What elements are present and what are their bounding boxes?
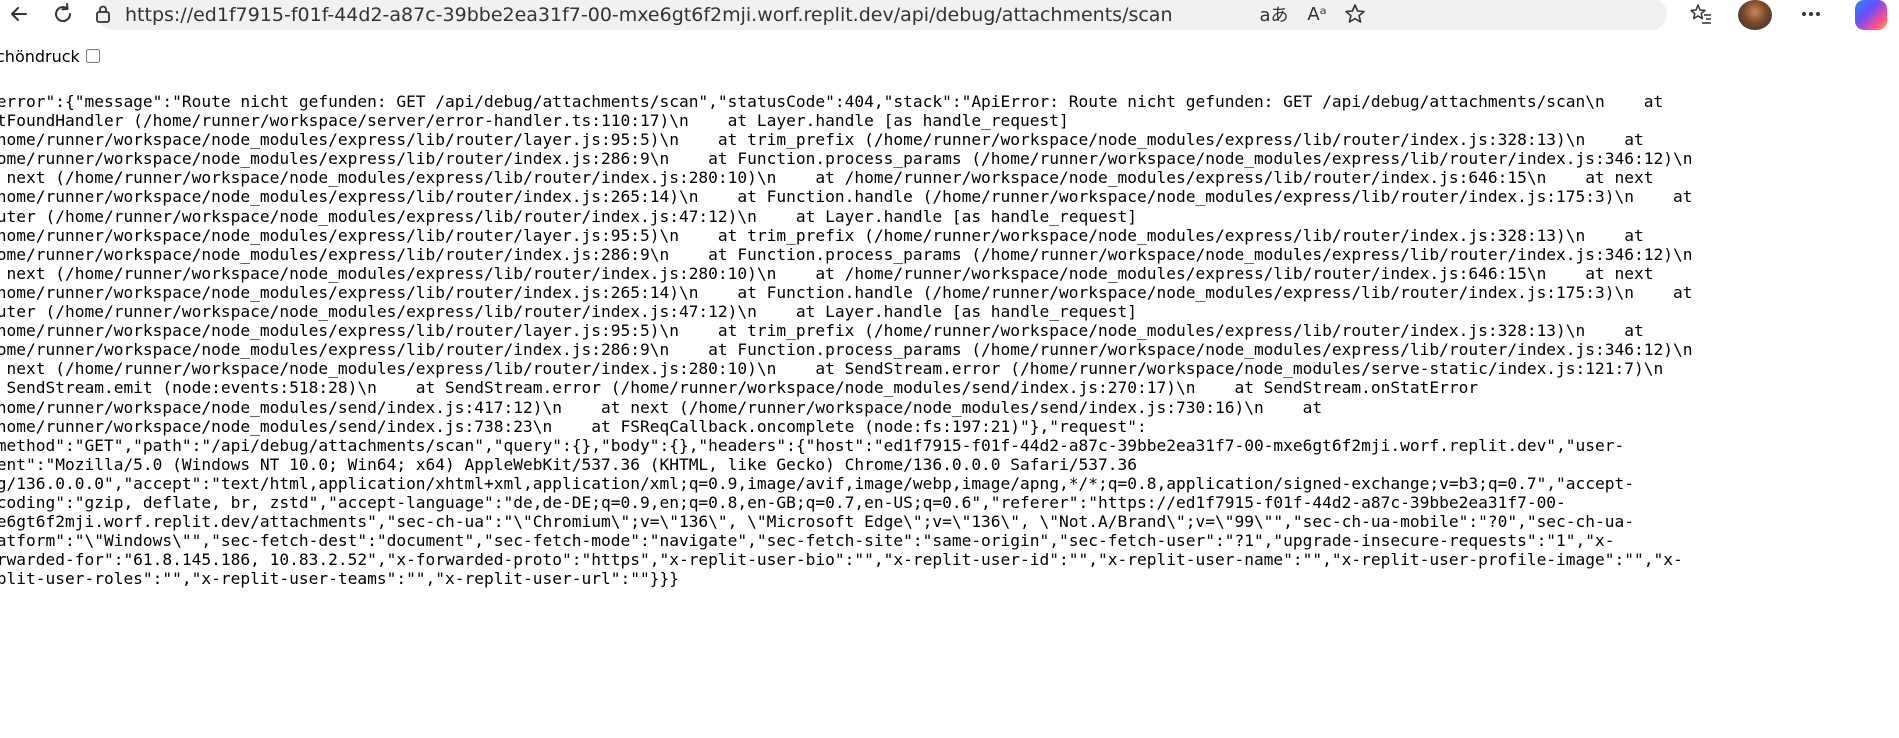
pretty-print-checkbox[interactable] <box>85 49 100 63</box>
json-line: /home/runner/workspace/node_modules/expr… <box>0 130 1644 150</box>
json-line: ncoding":"gzip, deflate, br, zstd","acce… <box>0 492 1566 512</box>
json-line: /home/runner/workspace/node_modules/send… <box>0 397 1323 417</box>
json-line: home/runner/workspace/node_modules/expre… <box>0 340 1693 360</box>
lock-icon[interactable] <box>91 2 115 26</box>
profile-avatar[interactable] <box>1738 0 1772 30</box>
json-line: outer (/home/runner/workspace/node_modul… <box>0 302 1137 322</box>
json-line: "error":{"message":"Route nicht gefunden… <box>0 92 1664 111</box>
json-line: dg/136.0.0.0","accept":"text/html,applic… <box>0 473 1635 493</box>
copilot-icon[interactable] <box>1855 0 1887 30</box>
browser-toolbar: https://ed1f7915-f01f-44d2-a87c-39bbe2ea… <box>0 0 1899 33</box>
json-line: /home/runner/workspace/node_modules/expr… <box>0 187 1693 207</box>
json-line: /home/runner/workspace/node_modules/send… <box>0 416 1147 436</box>
json-line: eplit-user-roles":"","x-replit-user-team… <box>0 569 679 589</box>
json-viewer-toolbar: chöndruck <box>0 44 100 68</box>
vertical-scrollbar[interactable] <box>1889 68 1899 738</box>
json-line: outer (/home/runner/workspace/node_modul… <box>0 206 1137 226</box>
back-arrow-icon[interactable] <box>4 0 34 28</box>
json-line: /home/runner/workspace/node_modules/expr… <box>0 282 1693 302</box>
translate-icon[interactable]: aあ <box>1259 0 1289 28</box>
json-line: xe6gt6f2mji.worf.replit.dev/attachments"… <box>0 512 1635 532</box>
json-line: otFoundHandler (/home/runner/workspace/s… <box>0 111 1069 131</box>
favorites-icon[interactable] <box>1686 0 1716 28</box>
json-line: /home/runner/workspace/node_modules/expr… <box>0 225 1644 245</box>
json-line: t SendStream.emit (node:events:518:28)\n… <box>0 378 1479 398</box>
address-bar[interactable]: https://ed1f7915-f01f-44d2-a87c-39bbe2ea… <box>96 0 1667 30</box>
json-line: /home/runner/workspace/node_modules/expr… <box>0 321 1644 341</box>
read-aloud-icon[interactable]: Aᵃ <box>1302 0 1332 28</box>
json-line: gent":"Mozilla/5.0 (Windows NT 10.0; Win… <box>0 454 1137 474</box>
json-line: orwarded-for":"61.8.145.186, 10.83.2.52"… <box>0 550 1683 570</box>
json-line: "method":"GET","path":"/api/debug/attach… <box>0 435 1625 455</box>
more-options-icon[interactable] <box>1796 0 1826 28</box>
json-line: latform":"\"Windows\"","sec-fetch-dest":… <box>0 531 1615 551</box>
reload-icon[interactable] <box>48 0 78 28</box>
json-line: t next (/home/runner/workspace/node_modu… <box>0 168 1654 188</box>
json-line: home/runner/workspace/node_modules/expre… <box>0 149 1693 169</box>
favorite-star-icon[interactable] <box>1340 0 1370 28</box>
json-line: home/runner/workspace/node_modules/expre… <box>0 244 1693 264</box>
json-line: t next (/home/runner/workspace/node_modu… <box>0 359 1664 379</box>
pretty-print-label: chöndruck <box>0 46 80 66</box>
json-response-body: "error":{"message":"Route nicht gefunden… <box>0 92 1693 588</box>
url-text[interactable]: https://ed1f7915-f01f-44d2-a87c-39bbe2ea… <box>125 4 1173 26</box>
json-line: t next (/home/runner/workspace/node_modu… <box>0 263 1654 283</box>
